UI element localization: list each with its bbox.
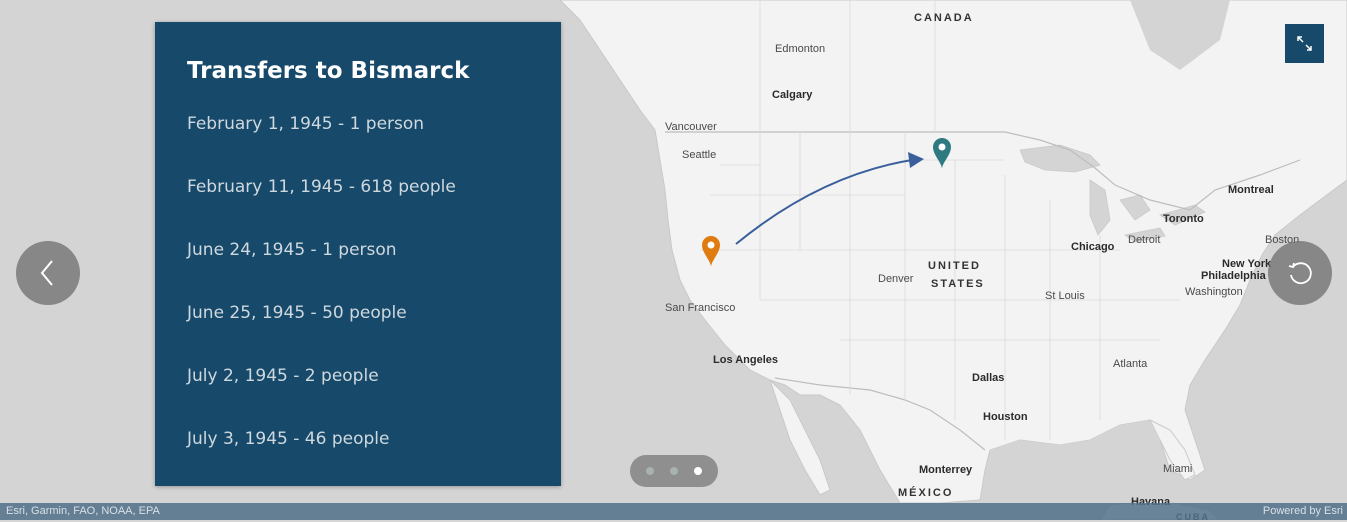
transfer-entry: July 2, 1945 - 2 people [187,366,379,386]
transfer-entry: February 1, 1945 - 1 person [187,114,425,134]
destination-marker-icon[interactable] [933,138,951,169]
transfer-entry: February 11, 1945 - 618 people [187,177,456,197]
transfer-entry: July 3, 1945 - 46 people [187,429,390,449]
powered-by-link[interactable]: Powered by Esri [1263,505,1343,517]
transfer-entry: June 24, 1945 - 1 person [187,240,397,260]
restart-icon [1288,262,1312,285]
panel-title: Transfers to Bismarck [187,58,470,84]
page-indicator [630,455,718,487]
page-dot[interactable] [646,467,654,475]
chevron-left-icon [40,260,53,286]
transfer-entry: June 25, 1945 - 50 people [187,303,407,323]
route-arrow [735,159,913,245]
restart-button[interactable] [1268,241,1332,305]
story-panel: Transfers to Bismarck February 1, 1945 -… [155,22,561,486]
expand-button[interactable] [1285,24,1324,63]
page-dot-active[interactable] [694,467,702,475]
attribution-bar: Esri, Garmin, FAO, NOAA, EPA Powered by … [0,503,1347,520]
origin-marker-icon[interactable] [702,236,720,267]
page-dot[interactable] [670,467,678,475]
previous-button[interactable] [16,241,80,305]
route-arrowhead [908,152,924,168]
expand-icon [1297,36,1312,51]
attribution-sources[interactable]: Esri, Garmin, FAO, NOAA, EPA [6,505,160,517]
